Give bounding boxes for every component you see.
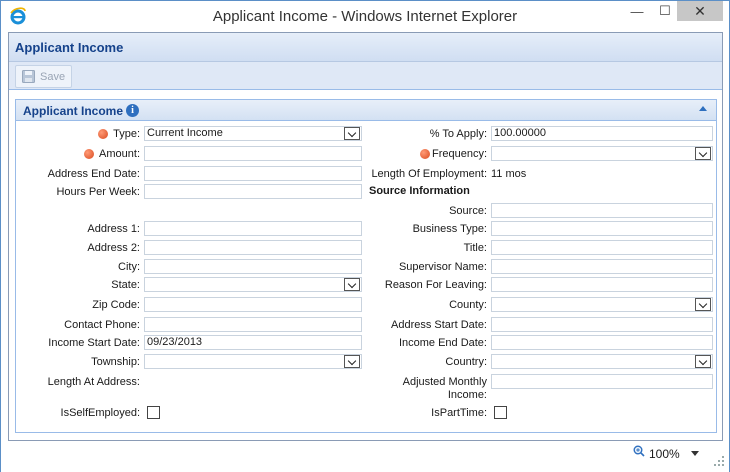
address-start-date-label: Address Start Date: [391, 319, 487, 331]
save-button-label: Save [40, 70, 66, 83]
title-input[interactable] [491, 240, 713, 255]
supervisor-name-input[interactable] [491, 259, 713, 274]
income-end-date-input[interactable] [491, 335, 713, 350]
info-icon[interactable]: i [126, 104, 139, 117]
county-label: County: [449, 299, 487, 311]
maximize-button[interactable]: ☐ [651, 1, 679, 21]
address-start-date-input[interactable] [491, 317, 713, 332]
type-select-value: Current Income [147, 127, 223, 139]
contact-phone-label: Contact Phone: [64, 319, 140, 331]
address2-input[interactable] [144, 240, 362, 255]
page-header: Applicant Income [9, 33, 722, 62]
state-select[interactable] [144, 277, 362, 292]
amount-input[interactable] [144, 146, 362, 161]
length-at-address-label: Length At Address: [47, 376, 140, 388]
close-button[interactable]: ✕ [677, 1, 723, 21]
source-input[interactable] [491, 203, 713, 218]
percent-to-apply-input[interactable]: 100.00000 [491, 126, 713, 141]
chevron-down-icon[interactable] [695, 298, 711, 311]
income-start-date-label: Income Start Date: [48, 337, 140, 349]
source-label: Source: [449, 205, 487, 217]
zip-code-label: Zip Code: [92, 299, 140, 311]
minimize-button[interactable]: — [623, 1, 651, 21]
source-information-heading: Source Information [369, 185, 470, 197]
city-label: City: [118, 261, 140, 273]
is-self-employed-label: IsSelfEmployed: [60, 407, 140, 419]
collapse-up-icon[interactable] [699, 106, 707, 111]
save-button[interactable]: Save [15, 65, 72, 88]
frequency-select[interactable] [491, 146, 713, 161]
address1-label: Address 1: [87, 223, 140, 235]
hours-per-week-input[interactable] [144, 184, 362, 199]
status-bar [1, 442, 729, 472]
window-titlebar: Applicant Income - Windows Internet Expl… [1, 1, 729, 32]
contact-phone-input[interactable] [144, 317, 362, 332]
zoom-dropdown-icon[interactable] [691, 451, 699, 456]
floppy-disk-icon [22, 70, 35, 83]
title-label: Title: [463, 242, 487, 254]
is-self-employed-checkbox[interactable] [147, 406, 160, 419]
hours-per-week-label: Hours Per Week: [56, 186, 140, 198]
chevron-down-icon[interactable] [695, 355, 711, 368]
length-of-employment-label: Length Of Employment: [371, 168, 487, 180]
country-label: Country: [445, 356, 487, 368]
amount-label: Amount: [99, 148, 140, 160]
address-end-date-input[interactable] [144, 166, 362, 181]
zoom-level[interactable]: 100% [649, 447, 680, 461]
county-select[interactable] [491, 297, 713, 312]
browser-content: Applicant Income Save Applicant Income i [8, 32, 723, 441]
business-type-input[interactable] [491, 221, 713, 236]
chevron-down-icon[interactable] [695, 147, 711, 160]
adjusted-monthly-income-input[interactable] [491, 374, 713, 389]
address-end-date-label: Address End Date: [47, 168, 140, 180]
type-label: Type: [113, 128, 140, 140]
zip-code-input[interactable] [144, 297, 362, 312]
panel-header: Applicant Income i [16, 100, 716, 121]
address1-input[interactable] [144, 221, 362, 236]
state-label: State: [111, 279, 140, 291]
zoom-magnifier-icon[interactable] [633, 445, 645, 457]
income-end-date-label: Income End Date: [398, 337, 487, 349]
adjusted-monthly-income-label: Adjusted Monthly Income: [402, 376, 487, 401]
window-title: Applicant Income - Windows Internet Expl… [212, 8, 518, 25]
type-select[interactable]: Current Income [144, 126, 362, 141]
address2-label: Address 2: [87, 242, 140, 254]
applicant-income-panel: Applicant Income i Type: Current Income … [15, 99, 717, 433]
income-start-date-input[interactable]: 09/23/2013 [144, 335, 362, 350]
resize-grip-icon[interactable] [713, 455, 725, 467]
township-select[interactable] [144, 354, 362, 369]
is-part-time-checkbox[interactable] [494, 406, 507, 419]
township-label: Township: [91, 356, 140, 368]
business-type-label: Business Type: [412, 223, 487, 235]
city-input[interactable] [144, 259, 362, 274]
country-select[interactable] [491, 354, 713, 369]
toolbar: Save [9, 62, 722, 90]
reason-for-leaving-input[interactable] [491, 277, 713, 292]
page-title: Applicant Income [15, 40, 124, 55]
length-of-employment-value: 11 mos [491, 168, 527, 180]
is-part-time-label: IsPartTime: [431, 407, 487, 419]
browser-window: Applicant Income - Windows Internet Expl… [0, 0, 730, 472]
reason-for-leaving-label: Reason For Leaving: [384, 279, 487, 291]
frequency-label: Frequency: [431, 148, 487, 160]
supervisor-name-label: Supervisor Name: [398, 261, 487, 273]
panel-title: Applicant Income [23, 104, 124, 118]
percent-to-apply-label: % To Apply: [429, 128, 487, 140]
